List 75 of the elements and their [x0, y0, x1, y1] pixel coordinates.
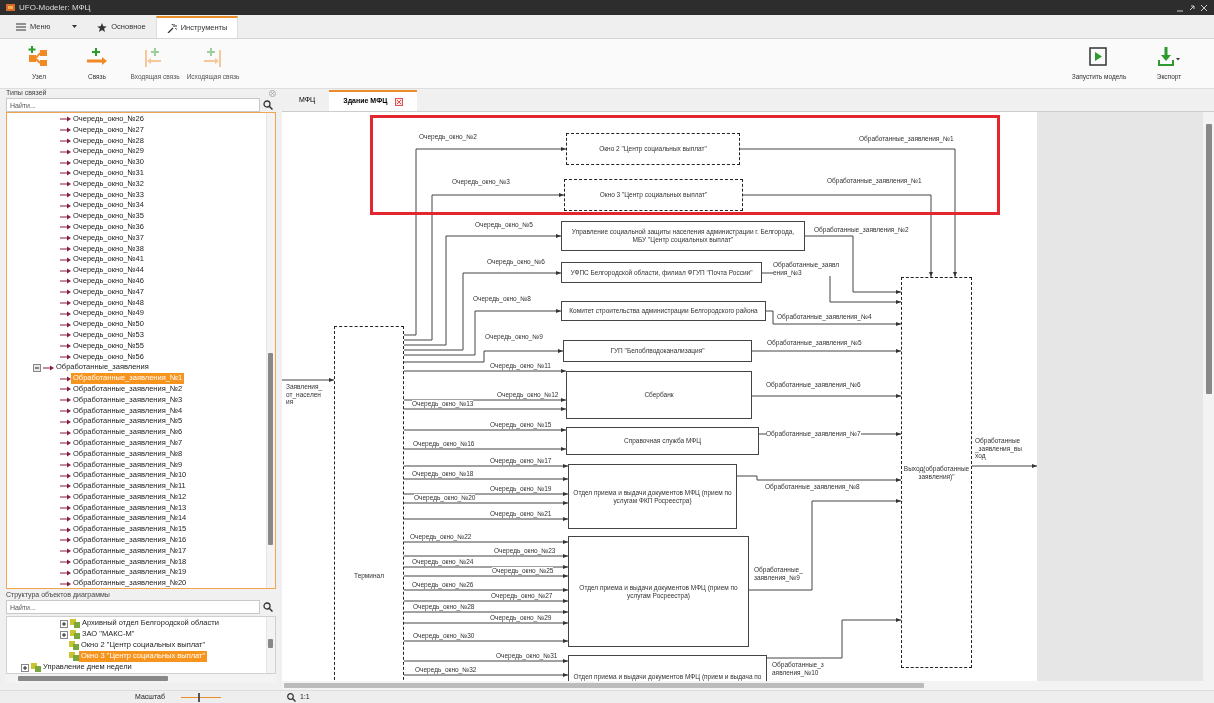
connector-arrow: [282, 378, 335, 382]
link-arrow-icon: [60, 213, 71, 220]
app-icon: [6, 4, 15, 11]
caret-icon: [72, 25, 78, 29]
link-add-icon: [85, 45, 109, 68]
object-node-icon: [69, 652, 79, 661]
close-icon[interactable]: [395, 97, 404, 106]
window-title: UFO-Modeler: МФЦ: [19, 1, 92, 14]
object-node-icon: [70, 630, 80, 639]
expand-toggle-icon[interactable]: [33, 363, 41, 372]
link-arrow-icon: [60, 580, 71, 587]
link-arrow-icon: [60, 278, 71, 285]
link-arrow-icon: [60, 505, 71, 512]
link-arrow-icon: [60, 418, 71, 425]
search-icon: [263, 601, 273, 612]
link-arrow-icon: [60, 559, 71, 566]
link-arrow-icon: [60, 138, 71, 144]
star-icon: [97, 22, 108, 32]
expand-toggle-icon[interactable]: [60, 630, 68, 639]
link-arrow-icon: [60, 310, 71, 317]
expand-toggle-icon[interactable]: [21, 663, 29, 672]
link-arrow-icon: [60, 235, 71, 242]
scrollbar[interactable]: [266, 617, 275, 673]
link-arrow-icon: [60, 397, 71, 404]
link-arrow-icon: [60, 343, 71, 350]
maximize-icon[interactable]: [1188, 3, 1196, 12]
search-button[interactable]: [260, 600, 276, 614]
link-arrow-icon: [60, 332, 71, 339]
link-arrow-icon: [60, 202, 71, 209]
link-arrow-icon: [60, 548, 71, 555]
wand-icon: [166, 23, 177, 33]
connector-arrow: [971, 464, 1037, 468]
link-arrow-icon: [60, 289, 71, 296]
search-icon: [263, 99, 273, 110]
link-arrow-icon: [60, 483, 71, 490]
object-node-icon: [31, 663, 41, 672]
link-arrow-icon: [60, 537, 71, 544]
link-arrow-icon: [60, 526, 71, 533]
link-arrow-icon: [60, 321, 71, 328]
link-arrow-icon: [60, 256, 71, 263]
link-arrow-icon: [60, 159, 71, 166]
link-arrow-icon: [60, 429, 71, 436]
magnifier-icon: [286, 692, 296, 702]
download-icon: [1157, 45, 1181, 68]
link-arrow-icon: [60, 181, 71, 188]
link-arrow-icon: [60, 267, 71, 274]
link-arrow-icon: [60, 494, 71, 501]
link-arrow-icon: [60, 407, 71, 414]
link-arrow-icon: [60, 127, 71, 134]
link-arrow-icon: [60, 353, 71, 360]
object-node-icon: [70, 619, 80, 628]
expand-toggle-icon[interactable]: [60, 619, 68, 628]
link-arrow-icon: [60, 515, 71, 522]
scrollbar[interactable]: [1202, 112, 1214, 681]
scrollbar[interactable]: [266, 113, 275, 588]
link-arrow-icon: [60, 224, 71, 231]
search-button[interactable]: [260, 98, 276, 112]
link-arrow-icon: [60, 472, 71, 479]
link-arrow-icon: [43, 364, 54, 371]
link-arrow-icon: [60, 461, 71, 468]
link-arrow-icon: [60, 375, 71, 382]
link-arrow-icon: [60, 148, 71, 155]
zoom-slider[interactable]: [180, 692, 221, 702]
link-arrow-icon: [60, 440, 71, 447]
menu-icon: [16, 22, 26, 32]
link-arrow-icon: [60, 170, 71, 177]
link-arrow-icon: [60, 299, 71, 306]
link-arrow-icon: [60, 451, 71, 458]
link-arrow-icon: [60, 386, 71, 393]
link-arrow-icon: [60, 191, 71, 198]
object-node-icon: [69, 641, 79, 650]
link-arrow-icon: [60, 569, 71, 576]
link-arrow-icon: [60, 245, 71, 252]
link-arrow-icon: [60, 116, 71, 123]
close-icon[interactable]: [1200, 3, 1208, 12]
